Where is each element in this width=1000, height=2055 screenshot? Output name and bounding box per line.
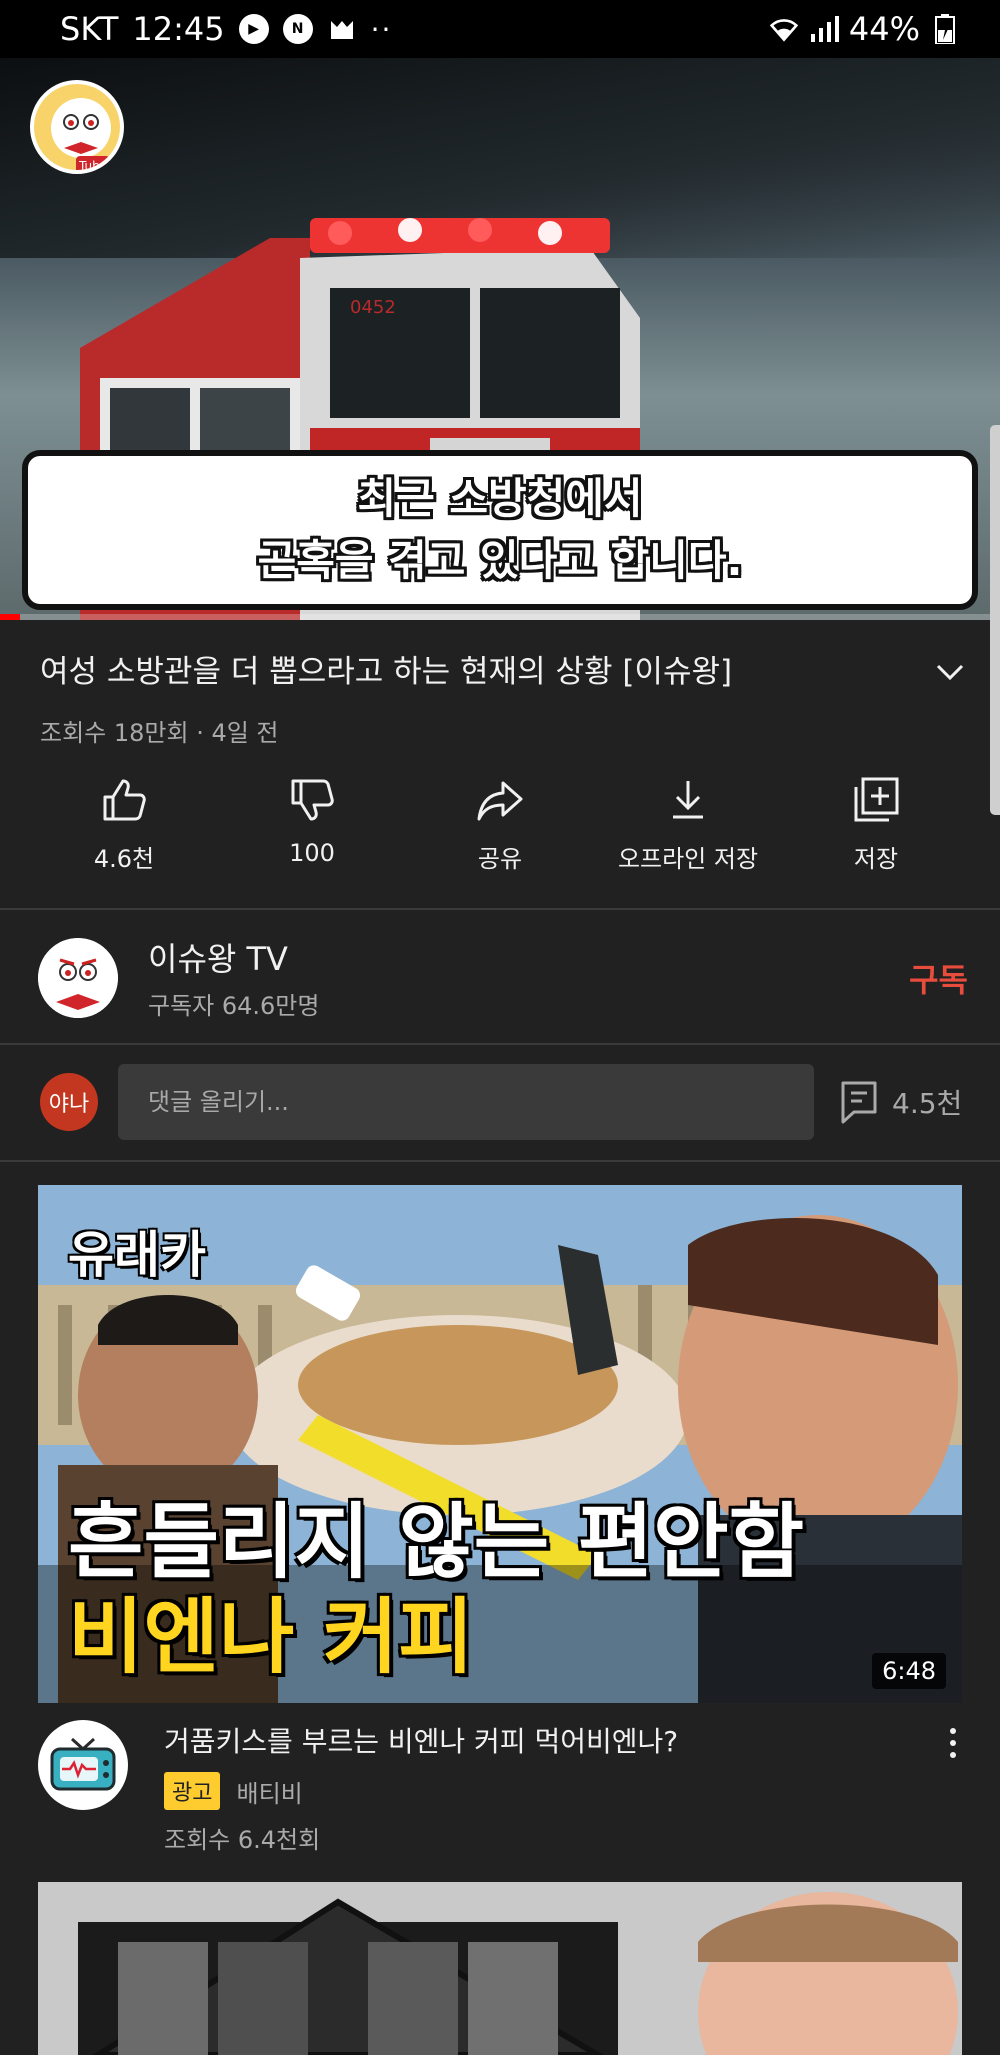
share-button[interactable]: 공유	[406, 775, 594, 874]
subscriber-count: 구독자 64.6만명	[148, 992, 320, 1020]
comment-icon	[841, 1081, 877, 1124]
dislike-button[interactable]: 100	[218, 775, 406, 874]
divider	[0, 1160, 1000, 1162]
like-count: 4.6천	[93, 845, 155, 873]
channel-avatar[interactable]	[38, 937, 118, 1018]
app-notification-icon	[327, 14, 357, 44]
video-title: 여성 소방관을 더 뽑으라고 하는 현재의 상황 [이슈왕]	[40, 654, 733, 690]
recommended-video-thumbnail[interactable]: 유래카 흔들리지 않는 편안함 비엔나 커피 6:48	[38, 1185, 962, 1703]
save-button[interactable]: 저장	[782, 775, 970, 874]
naver-notification-icon: N	[282, 14, 313, 44]
tv-icon	[50, 1737, 116, 1791]
add-to-playlist-icon	[854, 777, 899, 822]
scrollbar-thumb[interactable]	[990, 425, 1000, 815]
save-label: 저장	[853, 845, 899, 873]
comment-count: 4.5천	[892, 1087, 963, 1120]
channel-watermark[interactable]: Tube	[30, 80, 124, 174]
status-bar: SKT 12:45 ▶ N ·· 44%	[0, 0, 1000, 58]
action-bar: 4.6천 100 공유 오프라인 저장 저장	[30, 775, 970, 874]
subscribe-button[interactable]: 구독	[909, 955, 968, 1001]
clock: 12:45	[132, 10, 225, 48]
share-icon	[477, 781, 523, 821]
channel-name[interactable]: 이슈왕 TV	[148, 934, 909, 980]
battery-charging-icon	[930, 14, 960, 44]
video-title-row[interactable]: 여성 소방관을 더 뽑으라고 하는 현재의 상황 [이슈왕]	[40, 650, 970, 694]
divider	[0, 1043, 1000, 1045]
video-progress-fill	[0, 614, 20, 620]
recommended-video-thumbnail-2[interactable]	[38, 1882, 962, 2055]
play-notification-icon: ▶	[238, 14, 269, 44]
thumbs-up-icon	[103, 779, 146, 821]
video-caption: 최근 소방청에서 곤혹을 겪고 있다고 합니다.	[22, 450, 978, 610]
recommended-video-views: 조회수 6.4천회	[164, 1826, 321, 1854]
more-options-icon[interactable]	[938, 1720, 968, 1855]
dislike-count: 100	[289, 839, 335, 867]
wifi-icon	[769, 14, 799, 44]
recommended-video-info[interactable]: 거품키스를 부르는 비엔나 커피 먹어비엔나? 광고 배티비 조회수 6.4천회	[38, 1720, 968, 1855]
truck-number: 0452	[350, 297, 396, 318]
download-label: 오프라인 저장	[617, 845, 759, 873]
advertiser-avatar[interactable]	[38, 1720, 128, 1810]
recommended-video-title[interactable]: 거품키스를 부르는 비엔나 커피 먹어비엔나?	[164, 1720, 938, 1760]
divider	[0, 908, 1000, 910]
chevron-down-icon[interactable]	[930, 652, 970, 692]
video-progress-bar[interactable]	[0, 614, 1000, 620]
comment-input[interactable]	[118, 1064, 814, 1140]
video-meta: 조회수 18만회 · 4일 전	[40, 719, 279, 747]
ad-badge: 광고	[164, 1772, 221, 1810]
video-player[interactable]: 0452 Tube 최근 소방청에서 곤혹을 겪고 있다고 합니다.	[0, 58, 1000, 620]
comment-row: 야나 4.5천	[40, 1063, 970, 1141]
thumbnail-image-2	[38, 1882, 962, 2055]
caption-line-1: 최근 소방청에서	[357, 474, 643, 523]
signal-icon	[809, 14, 839, 44]
channel-row[interactable]: 이슈왕 TV 구독자 64.6만명 구독	[38, 935, 968, 1020]
share-label: 공유	[477, 845, 523, 873]
download-button[interactable]: 오프라인 저장	[594, 775, 782, 874]
battery-percent: 44%	[848, 10, 920, 48]
user-avatar[interactable]: 야나	[40, 1073, 98, 1131]
carrier: SKT	[60, 10, 119, 48]
thumbs-down-icon	[291, 779, 334, 821]
caption-line-2: 곤혹을 겪고 있다고 합니다.	[257, 536, 743, 585]
thumbnail-tag: 유래카	[68, 1226, 206, 1284]
comments-button[interactable]: 4.5천	[840, 1080, 962, 1124]
like-button[interactable]: 4.6천	[30, 775, 218, 874]
video-duration: 6:48	[872, 1653, 946, 1689]
download-icon	[673, 781, 703, 819]
thumbnail-headline-2: 비엔나 커피	[68, 1590, 474, 1685]
advertiser-name: 배티비	[236, 1779, 303, 1808]
more-notifications-icon: ··	[370, 12, 393, 46]
